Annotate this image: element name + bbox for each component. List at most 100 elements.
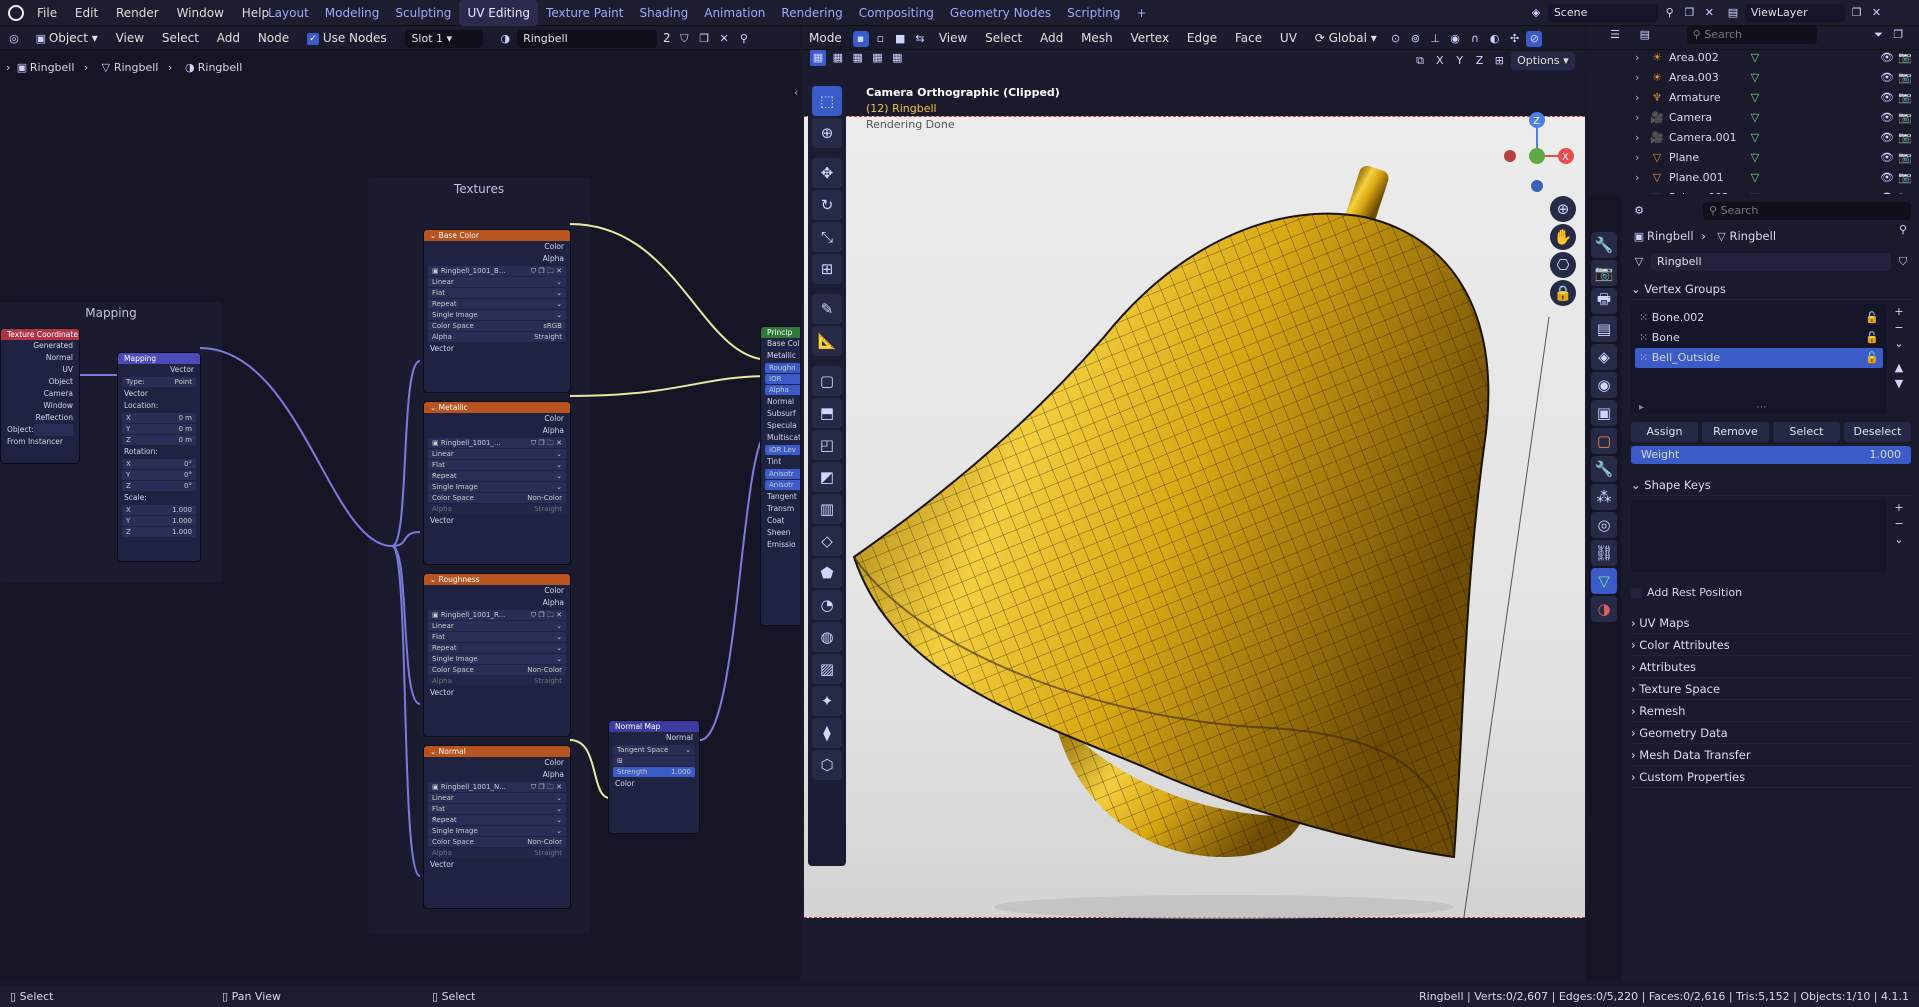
object-data-icon[interactable]: ▽ <box>1747 50 1763 66</box>
loop-cut-tool-icon[interactable]: ▥ <box>812 494 842 524</box>
lock-icon[interactable]: 🔓 <box>1865 348 1879 368</box>
world-tab-icon[interactable]: ◉ <box>1591 372 1617 398</box>
camera-view-icon[interactable]: ⎔ <box>1550 252 1576 278</box>
output-camera[interactable]: Camera <box>1 388 79 400</box>
viewport-menu-edge[interactable]: Edge <box>1180 26 1224 49</box>
vertex-group-item[interactable]: ⁙ Bone.002 🔓 <box>1635 308 1883 328</box>
color-space-dropdown[interactable]: Color Space Non-Color <box>428 493 566 503</box>
principled-input[interactable]: Metallic <box>761 350 800 362</box>
input-vector[interactable]: Vector <box>424 515 570 527</box>
face-select-icon[interactable]: ■ <box>892 31 908 47</box>
select-intersect-icon[interactable]: ▦ <box>889 50 905 66</box>
output-generated[interactable]: Generated <box>1 340 79 352</box>
principled-input[interactable]: Multiscat <box>761 432 800 444</box>
outliner-item[interactable]: › ☀ Area.002 ▽ 👁 📷 <box>1587 48 1919 68</box>
scene-selector[interactable]: ◈ Scene ⚲ ❐ ✕ <box>1528 4 1728 22</box>
tool-tab-icon[interactable]: 🔧 <box>1591 232 1617 258</box>
interpolation-dropdown[interactable]: Linear ⌄ <box>428 621 566 631</box>
add-workspace-button[interactable]: + <box>1129 0 1155 26</box>
tab-animation[interactable]: Animation <box>696 0 773 26</box>
move-up-icon[interactable]: ▲ <box>1891 360 1907 376</box>
vertex-select-icon[interactable]: ▪ <box>852 30 869 47</box>
mirror-y[interactable]: Y <box>1452 53 1468 69</box>
image-texture-node[interactable]: ⌄ Normal Color Alpha ▣ Ringbell_1001_N... ⛉ … <box>423 745 571 909</box>
output-normal[interactable]: Normal <box>609 732 699 744</box>
collapsed-panel-header[interactable]: › Attributes <box>1631 656 1911 678</box>
render-camera-icon[interactable]: 📷 <box>1897 130 1913 146</box>
alpha-mode-dropdown[interactable]: Alpha Straight <box>428 676 566 686</box>
alpha-mode-dropdown[interactable]: Alpha Straight <box>428 332 566 342</box>
edge-select-icon[interactable]: ▫ <box>872 31 888 47</box>
space-dropdown[interactable]: Tangent Space ⌄ <box>613 745 695 755</box>
tab-sculpting[interactable]: Sculpting <box>387 0 459 26</box>
properties-editor[interactable]: 🔧 📷 🖶 ▤ ◈ ◉ ▣ ▢ 🔧 ⁂ ◎ ⛓ ▽ ◑ ⚙ ⚲ Search ▣… <box>1587 196 1919 981</box>
tab-rendering[interactable]: Rendering <box>773 0 850 26</box>
tab-shading[interactable]: Shading <box>631 0 696 26</box>
knife-tool-icon[interactable]: ◇ <box>812 526 842 556</box>
extension-dropdown[interactable]: Repeat ⌄ <box>428 299 566 309</box>
snap-target-icon[interactable]: ⊥ <box>1427 31 1443 47</box>
extension-dropdown[interactable]: Repeat ⌄ <box>428 471 566 481</box>
select-button[interactable]: Select <box>1773 422 1840 442</box>
output-uv[interactable]: UV <box>1 364 79 376</box>
lock-icon[interactable]: 🔓 <box>1865 308 1879 328</box>
output-color[interactable]: Color <box>424 413 570 425</box>
interpolation-dropdown[interactable]: Linear ⌄ <box>428 449 566 459</box>
measure-tool-icon[interactable]: 📐 <box>812 326 842 356</box>
outliner-item[interactable]: › 🎥 Camera ▽ 👁 📷 <box>1587 108 1919 128</box>
input-vector[interactable]: Vector <box>118 388 200 400</box>
pin-icon[interactable]: ⚲ <box>1662 5 1678 21</box>
filter-icon[interactable]: ⏷ <box>1870 27 1886 43</box>
interpolation-dropdown[interactable]: Linear ⌄ <box>428 277 566 287</box>
output-window[interactable]: Window <box>1 400 79 412</box>
shear-tool-icon[interactable]: ⧫ <box>812 718 842 748</box>
principled-input[interactable]: Tint <box>761 456 800 468</box>
source-dropdown[interactable]: Single Image ⌄ <box>428 654 566 664</box>
deselect-button[interactable]: Deselect <box>1844 422 1911 442</box>
mapping-type-dropdown[interactable]: Type: Point <box>122 377 196 387</box>
mesh-data-icon[interactable]: ▽ <box>1631 254 1647 270</box>
expand-arrow-icon[interactable]: › <box>1635 188 1649 194</box>
particles-tab-icon[interactable]: ⁂ <box>1591 484 1617 510</box>
tab-scripting[interactable]: Scripting <box>1059 0 1128 26</box>
blender-logo-icon[interactable] <box>8 5 24 21</box>
visibility-eye-icon[interactable]: 👁 <box>1879 130 1895 146</box>
rotation-x[interactable]: X 0° <box>122 459 196 469</box>
move-tool-icon[interactable]: ✥ <box>812 158 842 188</box>
collapsed-panel-header[interactable]: › Custom Properties <box>1631 766 1911 788</box>
mirror-x[interactable]: X <box>1432 53 1448 69</box>
scene-field[interactable]: Scene <box>1547 4 1658 22</box>
mesh-data-tab-icon[interactable]: ▽ <box>1591 568 1617 594</box>
mapping-node[interactable]: Mapping Vector Type: Point Vector Locatio… <box>117 352 201 562</box>
expand-arrow-icon[interactable]: › <box>1635 48 1649 68</box>
move-down-icon[interactable]: ▼ <box>1891 376 1907 392</box>
object-data-icon[interactable]: ▽ <box>1747 70 1763 86</box>
principled-input[interactable]: Transm <box>761 503 800 515</box>
outliner[interactable]: ☰ ▤ ⚲ Search ⏷ ❐ › ☀ Area.002 ▽ 👁 📷 › ☀ Area.003… <box>1587 26 1919 194</box>
tab-layout[interactable]: Layout <box>260 0 317 26</box>
material-tab-icon[interactable]: ◑ <box>1591 596 1617 622</box>
collapsed-panel-header[interactable]: › Mesh Data Transfer <box>1631 744 1911 766</box>
remove-icon[interactable]: − <box>1891 320 1907 336</box>
expand-arrow-icon[interactable]: › <box>1635 88 1649 108</box>
output-color[interactable]: Color <box>424 585 570 597</box>
mirror-z[interactable]: Z <box>1471 53 1487 69</box>
tab-geometry-nodes[interactable]: Geometry Nodes <box>942 0 1059 26</box>
alpha-mode-dropdown[interactable]: Alpha Straight <box>428 848 566 858</box>
object-field-row[interactable]: Object: <box>1 424 79 436</box>
principled-input[interactable]: Alpha <box>765 385 800 395</box>
alpha-mode-dropdown[interactable]: Alpha Straight <box>428 504 566 514</box>
panel-collapse-chevron-icon[interactable]: ‹ <box>794 86 798 99</box>
3d-viewport[interactable]: Mode ▪ ▫ ■ ⇆ View Select Add Mesh Vertex… <box>802 26 1585 981</box>
spin-tool-icon[interactable]: ◔ <box>812 590 842 620</box>
resize-handle-icon[interactable]: ⋯ <box>1757 402 1767 413</box>
output-vector[interactable]: Vector <box>118 364 200 376</box>
add-icon[interactable]: + <box>1891 304 1907 320</box>
mesh-name-field[interactable]: Ringbell <box>1651 253 1891 271</box>
expand-arrow-icon[interactable]: ▸ <box>1639 402 1644 413</box>
principled-input[interactable]: Tangent <box>761 491 800 503</box>
vertex-group-item[interactable]: ⁙ Bone 🔓 <box>1635 328 1883 348</box>
chevron-down-icon[interactable]: ⌄ <box>1891 532 1907 548</box>
menu-file[interactable]: File <box>30 0 64 26</box>
input-vector[interactable]: Vector <box>424 343 570 355</box>
